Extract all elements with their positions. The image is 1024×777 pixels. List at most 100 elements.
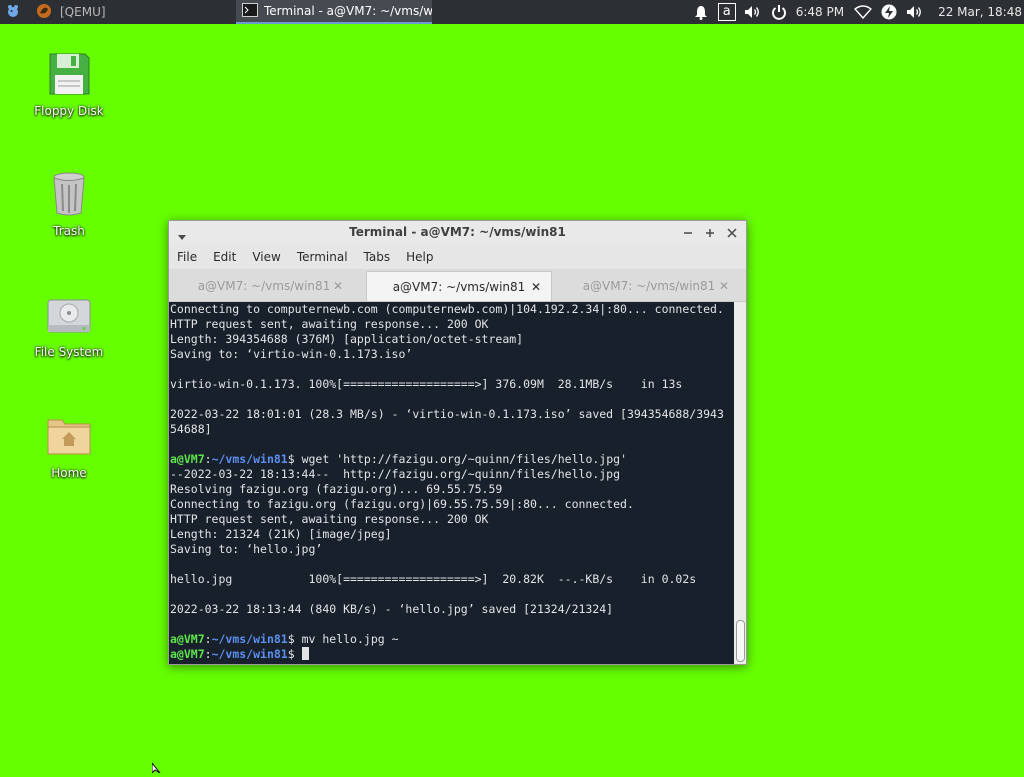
home-folder-icon	[45, 412, 93, 460]
output-text: HTTP request sent, awaiting response... …	[170, 317, 489, 331]
menu-file[interactable]: File	[177, 250, 197, 264]
tab-close-icon[interactable]: ✕	[333, 279, 343, 293]
output-text: Connecting to computernewb.com (computer…	[170, 302, 724, 316]
command-text: $ wget 'http://fazigu.org/~quinn/files/h…	[287, 452, 627, 466]
output-text: Saving to: ‘virtio-win-0.1.173.iso’	[170, 347, 413, 361]
hard-drive-icon	[45, 291, 93, 339]
taskbar-qemu-label: [QEMU]	[60, 5, 106, 19]
command-text: $ mv hello.jpg ~	[287, 632, 399, 646]
wifi-icon[interactable]	[850, 0, 876, 24]
menu-terminal[interactable]: Terminal	[297, 250, 348, 264]
taskbar-terminal-label: Terminal - a@VM7: ~/vms/w...	[264, 4, 432, 18]
taskbar-qemu-button[interactable]: [QEMU]	[26, 0, 230, 24]
applications-menu-button[interactable]	[0, 0, 26, 24]
output-text: HTTP request sent, awaiting response... …	[170, 512, 489, 526]
tab-label: a@VM7: ~/vms/win81	[392, 279, 526, 294]
command-text: $	[287, 647, 302, 661]
minimize-button[interactable]	[680, 225, 696, 241]
terminal-line: 2022-03-22 18:13:44 (840 KB/s) - ‘hello.…	[170, 602, 735, 617]
menu-edit[interactable]: Edit	[213, 250, 236, 264]
maximize-button[interactable]	[702, 225, 718, 241]
top-panel: [QEMU] Terminal - a@VM7: ~/vms/w... a 6:…	[0, 0, 1024, 24]
desktop-icon-label: Trash	[53, 224, 85, 238]
terminal-line: Connecting to fazigu.org (fazigu.org)|69…	[170, 497, 735, 512]
volume-secondary-icon[interactable]	[902, 0, 928, 24]
prompt-path: ~/vms/win81	[211, 632, 288, 646]
terminal-line: 54688]	[170, 422, 735, 437]
output-text: Length: 394354688 (376M) [application/oc…	[170, 332, 524, 346]
menu-view[interactable]: View	[252, 250, 280, 264]
clock-time[interactable]: 6:48 PM	[792, 5, 850, 19]
floppy-disk-icon	[45, 50, 93, 98]
prompt-user: a@VM7	[170, 452, 205, 466]
taskbar-terminal-button[interactable]: Terminal - a@VM7: ~/vms/w...	[236, 0, 432, 24]
terminal-line: 2022-03-22 18:01:01 (28.3 MB/s) - ‘virti…	[170, 407, 735, 422]
notification-bell-icon[interactable]	[688, 0, 714, 24]
terminal-line: virtio-win-0.1.173. 100%[===============…	[170, 377, 735, 392]
output-text: --2022-03-22 18:13:44-- http://fazigu.or…	[170, 467, 621, 481]
tab-close-icon[interactable]: ✕	[531, 280, 541, 294]
tab-close-icon[interactable]: ✕	[719, 279, 729, 293]
desktop-icon-file-system[interactable]: File System	[22, 291, 116, 359]
keyboard-layout-label: a	[717, 3, 736, 21]
power-icon[interactable]	[766, 0, 792, 24]
desktop-icon-trash[interactable]: Trash	[22, 170, 116, 238]
terminal-line: Connecting to computernewb.com (computer…	[170, 302, 735, 317]
terminal-cursor	[301, 647, 309, 660]
system-tray: a 6:48 PM 22 Mar, 18:48	[688, 0, 1024, 24]
xfce-mouse-icon	[5, 3, 21, 22]
scrollbar-thumb[interactable]	[736, 620, 745, 662]
terminal-line: hello.jpg 100%[===================>] 20.…	[170, 572, 735, 587]
terminal-line: a@VM7:~/vms/win81$	[170, 647, 735, 662]
terminal-line: --2022-03-22 18:13:44-- http://fazigu.or…	[170, 467, 735, 482]
tab-2-active[interactable]: a@VM7: ~/vms/win81 ✕	[366, 271, 552, 301]
terminal-line: Length: 21324 (21K) [image/jpeg]	[170, 527, 735, 542]
output-text: Length: 21324 (21K) [image/jpeg]	[170, 527, 392, 541]
terminal-icon	[242, 2, 258, 20]
terminal-line: HTTP request sent, awaiting response... …	[170, 317, 735, 332]
terminal-line: Length: 394354688 (376M) [application/oc…	[170, 332, 735, 347]
desktop-icon-floppy-disk[interactable]: Floppy Disk	[22, 50, 116, 118]
desktop-icon-label: Home	[51, 466, 87, 480]
terminal-line: Resolving fazigu.org (fazigu.org)... 69.…	[170, 482, 735, 497]
terminal-scrollbar[interactable]	[734, 302, 746, 664]
battery-charging-icon[interactable]	[876, 0, 902, 24]
terminal-output[interactable]: Connecting to computernewb.com (computer…	[169, 302, 735, 664]
close-button[interactable]	[724, 225, 740, 241]
desktop-icon-label: Floppy Disk	[34, 104, 104, 118]
terminal-window: Terminal - a@VM7: ~/vms/win81 File Edit …	[168, 220, 747, 665]
output-text: hello.jpg 100%[===================>] 20.…	[170, 572, 697, 586]
tab-bar: a@VM7: ~/vms/win81 ✕ a@VM7: ~/vms/win81 …	[169, 269, 746, 302]
keyboard-layout-indicator[interactable]: a	[714, 0, 740, 24]
tab-label: a@VM7: ~/vms/win81	[582, 279, 716, 293]
output-text: Resolving fazigu.org (fazigu.org)... 69.…	[170, 482, 503, 496]
prompt-path: ~/vms/win81	[211, 452, 288, 466]
prompt-user: a@VM7	[170, 647, 205, 661]
window-titlebar[interactable]: Terminal - a@VM7: ~/vms/win81	[169, 221, 746, 245]
trash-icon	[45, 170, 93, 218]
desktop-icon-home[interactable]: Home	[22, 412, 116, 480]
window-title: Terminal - a@VM7: ~/vms/win81	[349, 225, 566, 239]
output-text: 54688]	[170, 422, 212, 436]
output-text: 2022-03-22 18:13:44 (840 KB/s) - ‘hello.…	[170, 602, 614, 616]
tab-3[interactable]: a@VM7: ~/vms/win81 ✕	[559, 271, 739, 301]
tab-1[interactable]: a@VM7: ~/vms/win81 ✕	[175, 271, 353, 301]
terminal-line: Saving to: ‘hello.jpg’	[170, 542, 735, 557]
tab-label: a@VM7: ~/vms/win81	[197, 279, 331, 293]
menu-help[interactable]: Help	[406, 250, 433, 264]
menu-tabs[interactable]: Tabs	[364, 250, 391, 264]
output-text: virtio-win-0.1.173. 100%[===============…	[170, 377, 683, 391]
volume-icon[interactable]	[740, 0, 766, 24]
output-text: Connecting to fazigu.org (fazigu.org)|69…	[170, 497, 634, 511]
menu-bar: File Edit View Terminal Tabs Help	[169, 245, 746, 269]
terminal-line: HTTP request sent, awaiting response... …	[170, 512, 735, 527]
output-text: Saving to: ‘hello.jpg’	[170, 542, 323, 556]
clock-date[interactable]: 22 Mar, 18:48	[928, 5, 1024, 19]
output-text: 2022-03-22 18:01:01 (28.3 MB/s) - ‘virti…	[170, 407, 724, 421]
